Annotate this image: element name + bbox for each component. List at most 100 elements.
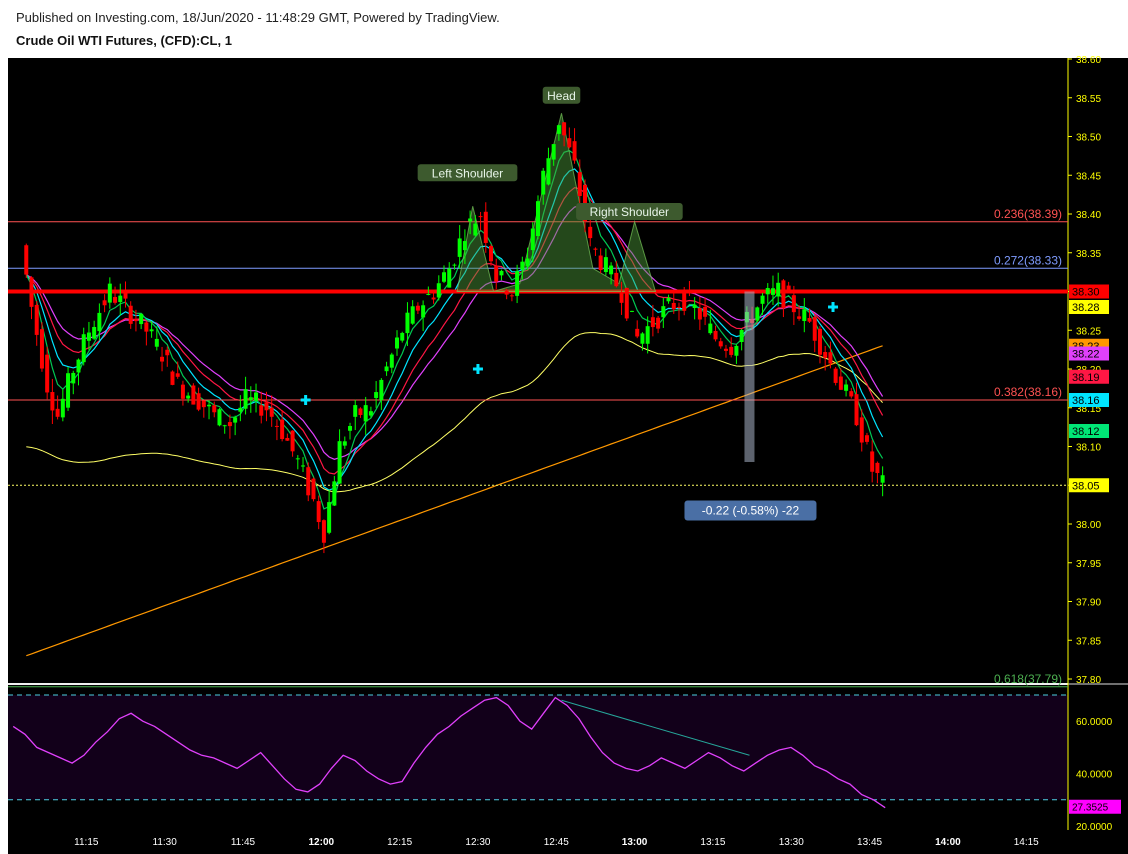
candle-body (175, 373, 180, 377)
candle-body (92, 326, 97, 339)
price-tick-label: 38.00 (1076, 520, 1101, 531)
candle-body (489, 245, 494, 262)
candle-body (786, 285, 791, 291)
price-tick-label: 38.25 (1076, 326, 1101, 337)
candle-body (353, 405, 358, 417)
candle-body (812, 317, 817, 341)
candle-body (191, 385, 196, 405)
candle-body (760, 295, 765, 304)
candle-body (238, 407, 243, 412)
candle-body (588, 226, 593, 239)
candle-body (123, 291, 128, 299)
candle-body (556, 125, 561, 134)
candle-body (301, 465, 306, 467)
candle-body (823, 352, 828, 358)
candle-body (708, 323, 713, 334)
candle-body (107, 283, 112, 303)
candle-body (274, 425, 279, 427)
candle-body (39, 329, 44, 369)
price-badge-label: 38.05 (1072, 480, 1100, 492)
candle-body (102, 300, 107, 306)
price-pane (8, 58, 1068, 683)
candle-body (567, 138, 572, 148)
candle-body (248, 397, 253, 401)
candle-body (781, 280, 786, 309)
candle-body (661, 306, 666, 318)
candle-body (807, 317, 812, 322)
candle-body (509, 295, 514, 297)
candle-body (295, 458, 300, 460)
time-tick-label: 11:45 (231, 837, 256, 848)
candle-body (525, 258, 530, 267)
candle-body (494, 265, 499, 282)
price-tick-label: 37.95 (1076, 559, 1101, 570)
candle-body (870, 451, 875, 472)
candle-body (723, 348, 728, 351)
candle-body (311, 478, 316, 500)
candle-body (342, 441, 347, 446)
candle-body (551, 144, 556, 160)
time-tick-label: 12:30 (465, 837, 490, 848)
candle-body (160, 356, 165, 362)
candle-body (598, 255, 603, 271)
candle-body (97, 312, 102, 332)
candle-body (520, 261, 525, 270)
candle-body (264, 402, 269, 411)
candle-body (849, 391, 854, 397)
candle-body (60, 398, 65, 418)
candle-body (541, 170, 546, 195)
price-badge-label: 38.16 (1072, 395, 1100, 407)
candle-body (817, 328, 822, 355)
candle-body (290, 430, 295, 452)
candle-body (697, 308, 702, 320)
chart-canvas: 38.60 38.55 38.50 38.45 38.40 38.35 38.30 38.25… (8, 55, 1128, 854)
candle-body (624, 287, 629, 319)
candle-body (880, 475, 885, 483)
candle-body (755, 307, 760, 321)
rsi-tick-label: 20.0000 (1076, 822, 1113, 833)
candle-body (452, 264, 457, 266)
candle-body (770, 288, 775, 295)
time-tick-label: 12:15 (387, 837, 412, 848)
candle-body (635, 328, 640, 337)
candle-body (363, 405, 368, 422)
time-tick-label: 11:30 (153, 837, 178, 848)
candle-body (462, 241, 467, 251)
candle-body (562, 122, 567, 136)
price-badge-label: 38.30 (1072, 287, 1100, 299)
candle-body (222, 425, 227, 427)
candle-body (165, 349, 170, 356)
candle-body (713, 330, 718, 340)
measure-bar (744, 291, 755, 462)
candle-body (29, 277, 34, 307)
candle-body (687, 291, 692, 294)
candle-body (645, 326, 650, 344)
candle-body (671, 302, 676, 310)
price-tick-label: 38.10 (1076, 443, 1101, 454)
price-tick-label: 38.55 (1076, 94, 1101, 105)
candle-body (530, 228, 535, 251)
candle-body (729, 346, 734, 355)
candle-body (410, 306, 415, 324)
candle-body (739, 330, 744, 343)
price-badge-label: 38.28 (1072, 302, 1100, 314)
candle-body (844, 384, 849, 391)
candle-body (603, 257, 608, 273)
candle-body (682, 291, 687, 311)
price-tick-label: 38.35 (1076, 249, 1101, 260)
candle-body (348, 426, 353, 431)
candle-body (207, 404, 212, 407)
rsi-last-badge-label: 27.3525 (1072, 803, 1109, 814)
candle-body (676, 307, 681, 309)
price-tick-label: 38.60 (1076, 55, 1101, 66)
candle-body (478, 216, 483, 218)
candle-body (703, 306, 708, 317)
rsi-tick-label: 60.0000 (1076, 717, 1113, 728)
price-tick-label: 38.50 (1076, 133, 1101, 144)
candle-body (212, 405, 217, 413)
candle-body (473, 223, 478, 236)
candle-body (666, 297, 671, 302)
candle-body (186, 395, 191, 399)
candle-body (797, 316, 802, 319)
rsi-tick-label: 40.0000 (1076, 770, 1113, 781)
